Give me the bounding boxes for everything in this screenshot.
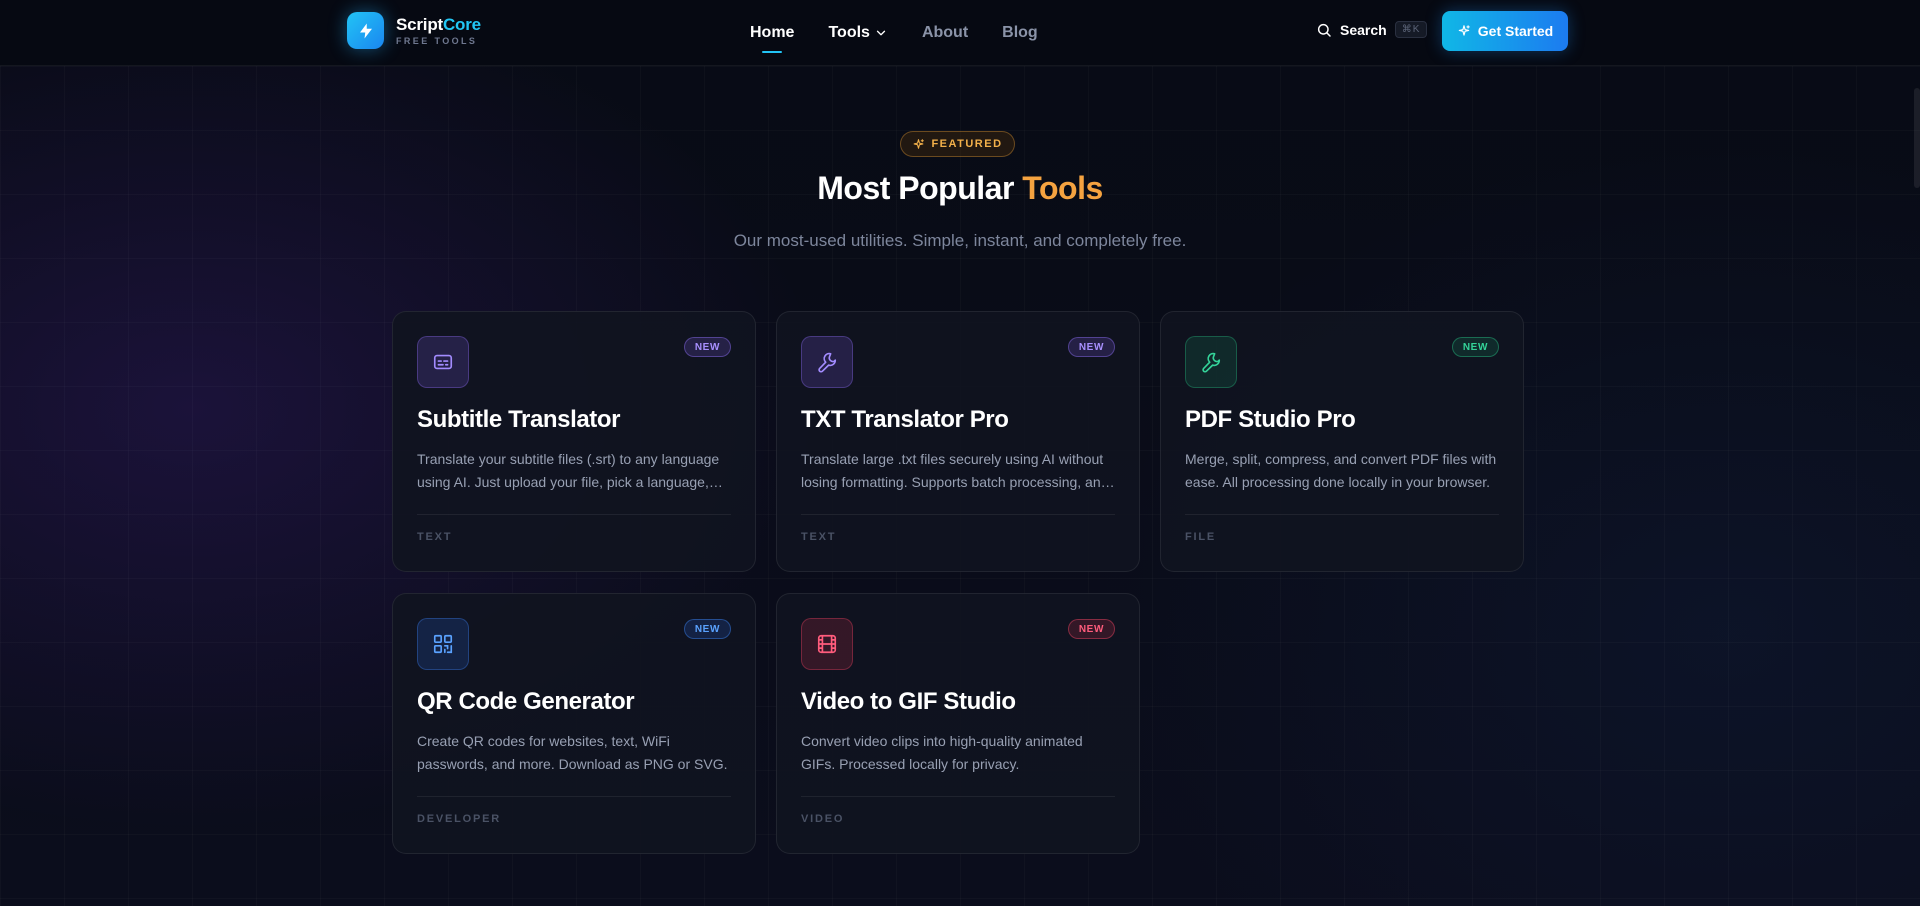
scrollbar-thumb[interactable] [1914, 88, 1920, 188]
card-category: VIDEO [801, 813, 845, 825]
wrench-icon [801, 336, 853, 388]
new-badge: NEW [1451, 337, 1499, 357]
card-divider [1185, 514, 1499, 515]
card-description: Merge, split, compress, and convert PDF … [1185, 451, 1497, 490]
card-category: FILE [1185, 531, 1217, 543]
new-badge: NEW [1067, 619, 1115, 639]
card-category: DEVELOPER [417, 813, 502, 825]
sparkle-icon [914, 138, 925, 149]
card-divider [801, 796, 1115, 797]
card-category: TEXT [417, 531, 453, 543]
card-description: Translate large .txt files securely usin… [801, 451, 1109, 490]
nav-about[interactable]: About [922, 24, 968, 42]
search-label: Search [1340, 21, 1387, 38]
card-description: Create QR codes for websites, text, WiFi… [417, 733, 728, 772]
card-title: TXT Translator Pro [801, 406, 1009, 433]
new-badge: NEW [683, 619, 731, 639]
card-category: TEXT [801, 531, 837, 543]
card-description: Translate your subtitle files (.srt) to … [417, 451, 720, 490]
wrench-icon [1185, 336, 1237, 388]
logo[interactable]: ScriptCore FREE TOOLS [347, 12, 481, 49]
section-title: Most Popular Tools [817, 170, 1103, 206]
brand-name: ScriptCore [396, 14, 481, 34]
card-title: Subtitle Translator [417, 406, 621, 433]
search-button[interactable]: Search ⌘K [1316, 21, 1428, 38]
lightning-bolt-icon [347, 12, 384, 49]
new-badge: NEW [683, 337, 731, 357]
search-shortcut: ⌘K [1394, 21, 1428, 38]
card-divider [417, 514, 731, 515]
get-started-label: Get Started [1477, 23, 1554, 39]
nav-tools-label: Tools [828, 24, 870, 41]
card-title: PDF Studio Pro [1185, 406, 1356, 433]
card-divider [417, 796, 731, 797]
nav-home[interactable]: Home [750, 24, 794, 42]
card-divider [801, 514, 1115, 515]
film-icon [801, 618, 853, 670]
brand-tagline: FREE TOOLS [396, 35, 478, 46]
card-title: QR Code Generator [417, 688, 635, 715]
site-header: ScriptCore FREE TOOLS Home Tools About B… [0, 0, 1920, 66]
section-subtitle: Our most-used utilities. Simple, instant… [733, 231, 1187, 250]
tool-card-txt-translator-pro[interactable]: NEW TXT Translator Pro Translate large .… [776, 311, 1140, 572]
tool-card-subtitle-translator[interactable]: NEW Subtitle Translator Translate your s… [392, 311, 756, 572]
search-icon [1317, 23, 1331, 37]
card-title: Video to GIF Studio [801, 688, 1016, 715]
card-description: Convert video clips into high-quality an… [801, 733, 1083, 772]
subtitles-icon [417, 336, 469, 388]
main-nav: Home Tools About Blog [750, 0, 1038, 66]
tool-card-video-to-gif-studio[interactable]: NEW Video to GIF Studio Convert video cl… [776, 593, 1140, 854]
get-started-button[interactable]: Get Started [1442, 11, 1568, 51]
featured-badge-label: FEATURED [931, 138, 1003, 150]
nav-tools[interactable]: Tools [828, 24, 887, 42]
qr-code-icon [417, 618, 469, 670]
new-badge: NEW [1067, 337, 1115, 357]
tool-card-qr-code-generator[interactable]: NEW QR Code Generator Create QR codes fo… [392, 593, 756, 854]
featured-badge: FEATURED [900, 131, 1015, 157]
tool-card-pdf-studio-pro[interactable]: NEW PDF Studio Pro Merge, split, compres… [1160, 311, 1524, 572]
nav-blog[interactable]: Blog [1002, 24, 1038, 42]
sparkle-icon [1458, 25, 1470, 36]
chevron-down-icon [876, 30, 886, 36]
